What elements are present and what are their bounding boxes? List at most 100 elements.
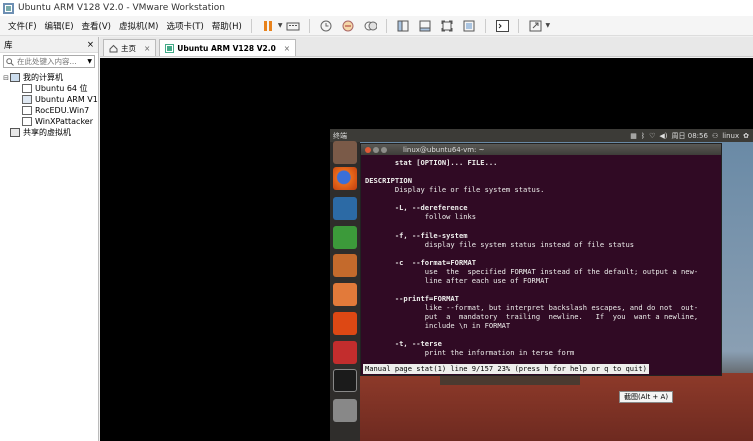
show-library-button[interactable]: [394, 18, 412, 34]
manage-snapshots-icon: [364, 21, 377, 30]
console-view-icon: [495, 19, 509, 32]
volume-icon[interactable]: ◀): [659, 132, 667, 140]
trash-launcher-icon[interactable]: [333, 399, 357, 422]
snapshot-button[interactable]: [317, 18, 335, 34]
settings-gear-icon[interactable]: ✿: [743, 132, 749, 140]
vm-display[interactable]: 终端 ▦ ᛒ ♡ ◀) 周日 08:56 ⚇ linux ✿ linux@ubu…: [100, 58, 753, 441]
tab-label: 主页: [121, 43, 136, 53]
ubuntu-top-panel: 终端 ▦ ᛒ ♡ ◀) 周日 08:56 ⚇ linux ✿: [330, 129, 753, 142]
tree-item-ubuntu-arm[interactable]: Ubuntu ARM V1: [0, 94, 98, 105]
tab-close-button[interactable]: ×: [144, 44, 150, 53]
terminal-line: use the specified FORMAT instead of the …: [365, 266, 699, 276]
title-bar: Ubuntu ARM V128 V2.0 - VMware Workstatio…: [0, 0, 753, 16]
tree-item-winxpattacker[interactable]: WinXPattacker: [0, 116, 98, 127]
terminal-line: display file system status instead of fi…: [365, 239, 635, 249]
man-status-line: Manual page stat(1) line 9/157 23% (pres…: [363, 364, 649, 374]
revert-snapshot-button[interactable]: [339, 18, 357, 34]
send-keys-button[interactable]: [284, 18, 302, 34]
terminal-launcher-icon[interactable]: [333, 369, 357, 392]
tree-item-label: 共享的虚拟机: [23, 128, 71, 137]
tree-item-label: Ubuntu ARM V1: [35, 95, 98, 104]
full-screen-button[interactable]: [438, 18, 456, 34]
vm-tree: ⊟ 我的计算机 Ubuntu 64 位 Ubuntu ARM V1 RocEDU…: [0, 70, 98, 138]
pause-button[interactable]: [259, 18, 277, 34]
user-icon: ⚇: [711, 131, 719, 140]
tree-item-shared-vms[interactable]: 共享的虚拟机: [0, 127, 98, 138]
unity-launcher: [330, 141, 360, 441]
guest-desktop[interactable]: 终端 ▦ ᛒ ♡ ◀) 周日 08:56 ⚇ linux ✿ linux@ubu…: [330, 129, 753, 441]
terminal-output[interactable]: stat [OPTION]... FILE... DESCRIPTION Dis…: [361, 155, 721, 360]
unity-button[interactable]: [460, 18, 478, 34]
user-name[interactable]: linux: [722, 132, 739, 140]
network-icon[interactable]: ♡: [649, 132, 655, 140]
menu-help[interactable]: 帮助(H): [208, 20, 246, 32]
terminal-title: linux@ubuntu64-vm: ~: [403, 145, 485, 154]
toolbar-separator: [518, 18, 520, 33]
vmware-app-icon: [3, 2, 14, 14]
tab-close-button[interactable]: ×: [284, 44, 290, 53]
search-dropdown-caret[interactable]: ▼: [87, 58, 92, 65]
tree-item-my-computer[interactable]: ⊟ 我的计算机: [0, 72, 98, 83]
clock[interactable]: 周日 08:56: [672, 131, 708, 141]
tab-ubuntu-arm[interactable]: Ubuntu ARM V128 V2.0 ×: [159, 39, 297, 56]
menu-view[interactable]: 查看(V): [78, 20, 115, 32]
bluetooth-icon[interactable]: ᛒ: [641, 132, 645, 140]
send-keys-icon: [286, 22, 300, 30]
wallpaper-roof: [360, 365, 753, 441]
thumbnail-button[interactable]: [416, 18, 434, 34]
tree-item-rocedu-win7[interactable]: RocEDU.Win7: [0, 105, 98, 116]
minimize-window-icon[interactable]: [373, 146, 379, 153]
settings-launcher-icon[interactable]: [333, 341, 357, 364]
library-search-input[interactable]: [17, 57, 83, 66]
writer-launcher-icon[interactable]: [333, 197, 357, 220]
full-screen-icon: [441, 20, 453, 31]
dash-launcher-icon[interactable]: [333, 141, 357, 164]
snapshot-icon: [320, 20, 332, 31]
tree-item-ubuntu64[interactable]: Ubuntu 64 位: [0, 83, 98, 94]
library-close-button[interactable]: ×: [87, 40, 94, 50]
collapse-icon[interactable]: ⊟: [2, 74, 10, 82]
stretch-dropdown-caret[interactable]: ▼: [545, 22, 550, 29]
terminal-line: print the information in terse form: [365, 348, 575, 358]
window-title: Ubuntu ARM V128 V2.0 - VMware Workstatio…: [18, 3, 225, 13]
keyboard-icon[interactable]: ▦: [630, 132, 637, 140]
tab-label: Ubuntu ARM V128 V2.0: [177, 43, 276, 53]
menu-edit[interactable]: 编辑(E): [41, 20, 78, 32]
menu-vm[interactable]: 虚拟机(M): [115, 20, 162, 32]
toolbar-separator: [386, 18, 388, 33]
stretch-icon: [529, 20, 542, 31]
maximize-window-icon[interactable]: [381, 146, 387, 153]
terminal-window[interactable]: linux@ubuntu64-vm: ~ stat [OPTION]... FI…: [360, 143, 722, 376]
vm-icon: [22, 84, 32, 93]
stretch-button[interactable]: [526, 18, 544, 34]
library-header: 库 ×: [0, 37, 98, 53]
terminal-line: -f, --file-system: [365, 230, 468, 240]
manage-snapshots-button[interactable]: [361, 18, 379, 34]
library-search[interactable]: ▼: [3, 55, 95, 68]
impress-launcher-icon[interactable]: [333, 254, 357, 277]
close-window-icon[interactable]: [365, 146, 371, 153]
terminal-line: DESCRIPTION: [365, 176, 412, 186]
search-icon: [6, 57, 14, 66]
menu-file[interactable]: 文件(F): [4, 20, 41, 32]
shared-vms-icon: [10, 128, 20, 137]
library-title: 库: [4, 40, 13, 51]
console-view-button[interactable]: [493, 18, 511, 34]
software-center-launcher-icon[interactable]: [333, 283, 357, 306]
tab-home[interactable]: 主页 ×: [103, 39, 157, 56]
ubuntu-one-launcher-icon[interactable]: [333, 312, 357, 335]
tree-item-label: Ubuntu 64 位: [35, 84, 88, 93]
screenshot-tooltip: 截图(Alt + A): [619, 391, 674, 403]
unity-icon: [463, 20, 475, 31]
vm-tab-icon: [165, 43, 175, 53]
firefox-launcher-icon[interactable]: [333, 167, 357, 190]
home-icon: [109, 44, 118, 52]
pause-dropdown-caret[interactable]: ▼: [278, 22, 283, 29]
menu-tabs[interactable]: 选项卡(T): [162, 20, 207, 32]
calc-launcher-icon[interactable]: [333, 226, 357, 249]
